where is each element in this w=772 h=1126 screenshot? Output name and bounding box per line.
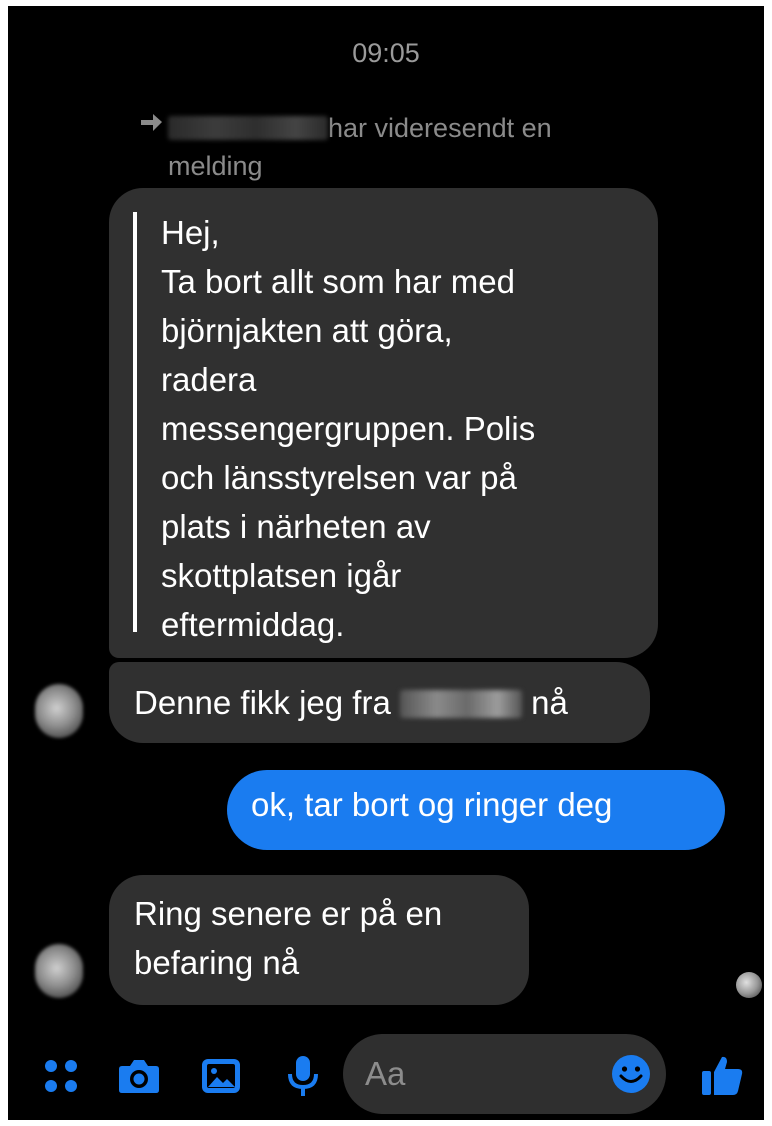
- received-message-line: befaring nå: [134, 944, 300, 981]
- message-composer[interactable]: [343, 1034, 666, 1114]
- sent-message-text: ok, tar bort og ringer deg: [251, 786, 613, 823]
- seen-receipt-avatar: [736, 972, 762, 998]
- forwarded-line: Hej,: [161, 214, 220, 251]
- sender-avatar[interactable]: [35, 944, 83, 998]
- sender-avatar[interactable]: [35, 684, 83, 738]
- emoji-icon[interactable]: [611, 1054, 651, 1094]
- received-message-bubble[interactable]: Denne fikk jeg fra nå: [109, 662, 650, 743]
- chat-screen: 09:05 har videresendt en melding Hej, Ta…: [8, 6, 764, 1120]
- microphone-icon[interactable]: [280, 1053, 326, 1099]
- message-timestamp: 09:05: [352, 38, 420, 68]
- received-message-line: Ring senere er på en: [134, 895, 443, 932]
- apps-icon[interactable]: [38, 1053, 84, 1099]
- blurred-name: [399, 690, 522, 718]
- forward-notice: har videresendt en melding: [168, 109, 608, 185]
- forwarded-line: björnjakten att göra,: [161, 312, 453, 349]
- message-input[interactable]: [365, 1054, 585, 1094]
- blurred-sender-name: [168, 116, 328, 140]
- camera-icon[interactable]: [116, 1053, 162, 1099]
- forwarded-line: skottplatsen igår: [161, 557, 402, 594]
- forwarded-message-bubble[interactable]: Hej, Ta bort allt som har med björnjakte…: [109, 188, 658, 658]
- forwarded-line: Ta bort allt som har med: [161, 263, 515, 300]
- received-message-bubble[interactable]: Ring senere er på en befaring nå: [109, 875, 529, 1005]
- sent-message-bubble[interactable]: ok, tar bort og ringer deg: [227, 770, 725, 850]
- forwarded-line: radera: [161, 361, 257, 398]
- forward-arrow-icon: [141, 114, 162, 131]
- quote-bar: [133, 212, 137, 632]
- forwarded-line: och länsstyrelsen var på: [161, 459, 517, 496]
- received-message-prefix: Denne fikk jeg fra: [134, 684, 391, 721]
- forwarded-line: plats i närheten av: [161, 508, 431, 545]
- forwarded-line: eftermiddag.: [161, 606, 345, 643]
- forwarded-line: messengergruppen. Polis: [161, 410, 536, 447]
- received-message-suffix: nå: [531, 684, 568, 721]
- gallery-icon[interactable]: [198, 1053, 244, 1099]
- thumbs-up-icon[interactable]: [698, 1051, 746, 1099]
